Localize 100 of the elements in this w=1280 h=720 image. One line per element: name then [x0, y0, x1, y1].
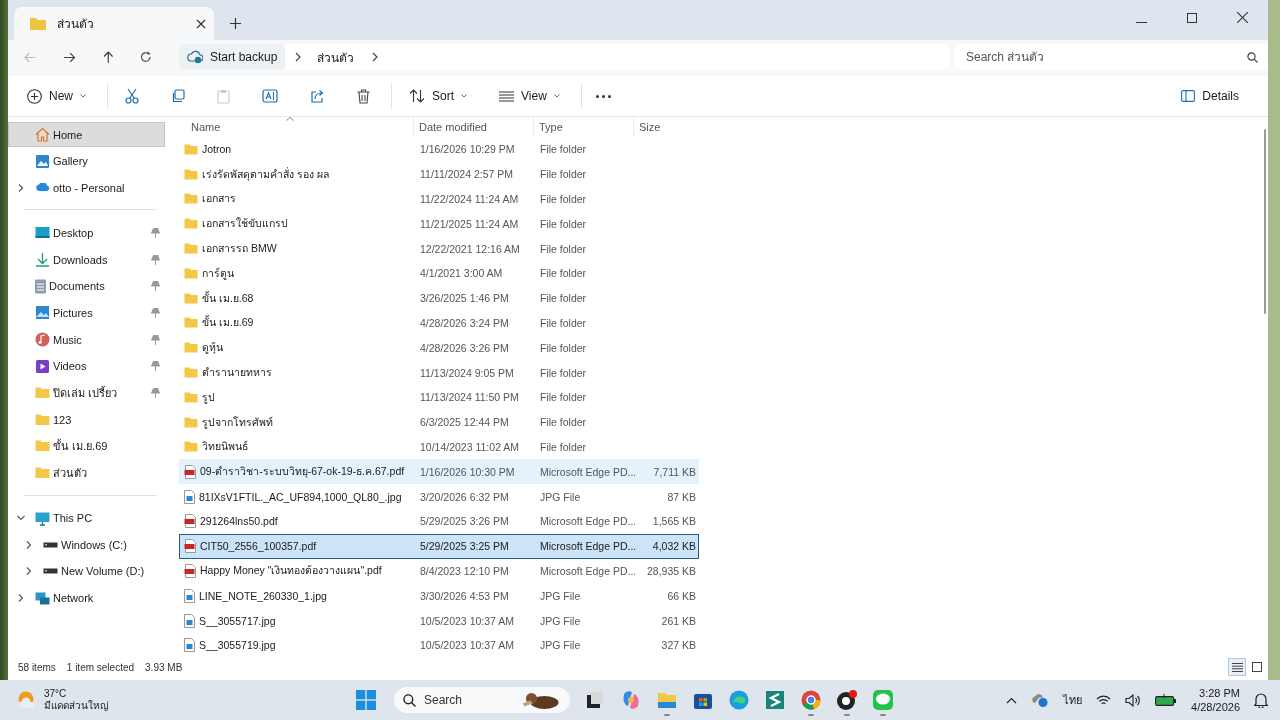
search-icon[interactable] — [1247, 51, 1258, 63]
expand-icon[interactable] — [17, 594, 25, 603]
sidebar-item[interactable]: Documents — [8, 273, 165, 299]
size-cell: 327 KB — [661, 639, 696, 652]
file-row[interactable]: 09-ตำราวิชา-ระบบวิทยุ-67-ok-19-ธ.ค.67.pdf 1/16/2026 10:30 PM Microsoft Edge PD... 7,711 KB — [179, 459, 699, 485]
chevron-icon[interactable] — [295, 52, 302, 62]
column-header[interactable]: Type — [534, 117, 634, 137]
file-name: เอกสารใช้ขับแกรป — [202, 216, 288, 232]
sidebar-item[interactable]: New Volume (D:) — [8, 558, 165, 584]
file-row[interactable]: เอกสารใช้ขับแกรป 11/21/2025 11:24 AM File folder — [179, 211, 699, 237]
sidebar-item[interactable]: 123 — [8, 407, 165, 433]
column-header[interactable]: Size — [634, 117, 699, 137]
sidebar-item[interactable]: Videos — [8, 353, 165, 379]
new-button[interactable]: New — [16, 80, 97, 112]
sidebar-item[interactable]: ปิดเล่ม เปรี้ยว — [8, 380, 165, 406]
temperature[interactable]: 37°C — [44, 688, 109, 700]
pin-icon[interactable] — [151, 227, 160, 238]
taskbar-search-input[interactable]: Search — [424, 693, 514, 707]
pin-icon[interactable] — [151, 281, 160, 292]
expand-icon[interactable] — [17, 183, 25, 192]
collapse-icon[interactable] — [17, 514, 25, 523]
date-cell: 11/22/2024 11:24 AM — [420, 193, 519, 205]
cloud-info-icon[interactable] — [1031, 692, 1050, 708]
pin-icon[interactable] — [151, 334, 160, 345]
column-header[interactable]: Date modified — [414, 117, 534, 137]
file-row[interactable]: ขั้น เม.ย.69 4/28/2026 3:24 PM File folder — [179, 310, 699, 336]
maximize-icon[interactable] — [1187, 13, 1197, 23]
sidebar-item[interactable]: otto - Personal — [8, 175, 165, 201]
file-row[interactable]: 81IXsV1FTIL._AC_UF894,1000_QL80_.jpg 3/20/2026 6:32 PM JPG File 87 KB — [179, 484, 699, 509]
pin-icon[interactable] — [151, 307, 160, 318]
details-button[interactable]: Details — [1170, 80, 1250, 112]
expand-icon[interactable] — [25, 567, 33, 576]
file-row[interactable]: รูป 11/13/2024 11:50 PM File folder — [179, 384, 699, 410]
sidebar-item[interactable]: ขั้น เม.ย.69 — [8, 433, 165, 459]
file-row[interactable]: LINE_NOTE_260330_1.jpg 3/30/2026 4:53 PM JPG File 66 KB — [179, 583, 699, 609]
sidebar-item[interactable]: Network — [8, 585, 165, 611]
file-row[interactable]: รูปจากโทรศัพท์ 6/3/2025 12:44 PM File folder — [179, 409, 699, 435]
sidebar-item[interactable]: Gallery — [8, 148, 165, 174]
up-icon[interactable] — [102, 50, 114, 64]
file-row[interactable]: เอกสาร 11/22/2024 11:24 AM File folder — [179, 186, 699, 212]
sidebar-item[interactable]: This PC — [8, 505, 165, 531]
sidebar-item[interactable]: Downloads — [8, 247, 165, 273]
details-view-button[interactable] — [1228, 658, 1246, 676]
taskbar-search-field[interactable]: Search — [394, 687, 570, 713]
type-cell: Microsoft Edge PD... — [540, 564, 635, 577]
panel-icon — [1181, 90, 1196, 102]
file-row[interactable]: Happy Money "เงินทองต้องวางแผน".pdf 8/4/2023 12:10 PM Microsoft Edge PD... 28,935 KB — [179, 558, 699, 584]
file-row[interactable]: เร่งรัดพัสดุตามคำสั่ง รอง ผล 11/11/2024 2:57 PM File folder — [179, 161, 699, 187]
notification-bell-icon[interactable] — [1254, 692, 1268, 708]
weather-condition[interactable]: มีแดดส่วนใหญ่ — [44, 700, 109, 712]
wifi-icon[interactable] — [1096, 694, 1112, 706]
type-cell: File folder — [540, 316, 587, 329]
address-bar[interactable]: Start backup ส่วนตัว — [179, 44, 949, 70]
date-cell: 10/5/2023 10:37 AM — [420, 614, 514, 627]
pin-icon[interactable] — [151, 361, 160, 372]
sort-button[interactable]: Sort — [398, 80, 479, 112]
file-row[interactable]: Jotron 1/16/2026 10:29 PM File folder — [179, 137, 699, 162]
file-row[interactable]: วิทยนิพนธ์ 10/14/2023 11:02 AM File folder — [179, 434, 699, 460]
breadcrumb[interactable]: ส่วนตัว — [309, 47, 363, 67]
file-row[interactable]: S__3055717.jpg 10/5/2023 10:37 AM JPG File 261 KB — [179, 608, 699, 633]
start-icon[interactable] — [356, 690, 376, 710]
view-button[interactable]: View — [488, 80, 571, 112]
sidebar-item[interactable]: Pictures — [8, 300, 165, 326]
file-row[interactable]: ดูหุ้น 4/28/2026 3:26 PM File folder — [179, 335, 699, 361]
file-row[interactable]: 291264lns50.pdf 5/29/2025 3:26 PM Microsoft Edge PD... 1,565 KB — [179, 508, 699, 534]
file-row[interactable]: ขั้น เม.ย.68 3/26/2025 1:46 PM File folder — [179, 285, 699, 311]
tab[interactable]: ส่วนตัว — [14, 7, 214, 40]
search-field[interactable]: Search ส่วนตัว — [955, 44, 1268, 70]
show-hidden-icons-icon[interactable] — [1006, 696, 1018, 704]
search-input[interactable]: Search ส่วนตัว — [966, 50, 1247, 64]
expand-icon[interactable] — [25, 540, 33, 549]
close-tab-icon[interactable] — [196, 18, 206, 29]
sidebar-item[interactable]: Desktop — [8, 220, 165, 246]
pin-icon[interactable] — [151, 388, 160, 398]
forward-icon[interactable] — [63, 51, 76, 63]
sidebar-item[interactable]: Windows (C:) — [8, 532, 165, 558]
column-header[interactable]: Name — [179, 117, 414, 137]
file-row[interactable]: เอกสารรถ BMW 12/22/2021 12:16 AM File folder — [179, 236, 699, 261]
refresh-icon[interactable] — [140, 51, 152, 63]
new-tab-icon[interactable] — [230, 18, 241, 29]
sidebar-item[interactable]: ส่วนตัว — [8, 460, 165, 486]
size-cell: 1,565 KB — [652, 515, 696, 528]
pin-icon[interactable] — [151, 254, 160, 265]
input-language[interactable]: ไทย — [1063, 691, 1083, 709]
volume-icon[interactable] — [1125, 693, 1142, 707]
size-cell: 28,935 KB — [646, 564, 696, 577]
chevron-icon[interactable] — [372, 52, 379, 62]
clock[interactable]: 3:28 PM 4/28/2026 — [1191, 686, 1240, 714]
sidebar-item[interactable]: Music — [8, 327, 165, 353]
file-row[interactable]: ตำรานายทหาร 11/13/2024 9:05 PM File folder — [179, 360, 699, 385]
folder-icon — [184, 193, 198, 205]
breadcrumb[interactable]: Start backup — [179, 44, 286, 70]
file-row[interactable]: S__3055719.jpg 10/5/2023 10:37 AM JPG File 327 KB — [179, 632, 699, 658]
battery-charging-icon[interactable] — [1155, 694, 1178, 706]
file-row[interactable]: CIT50_2556_100357.pdf 5/29/2025 3:25 PM Microsoft Edge PD... 4,032 KB — [179, 533, 699, 559]
file-row[interactable]: การ์ตูน 4/1/2021 3:00 AM File folder — [179, 261, 699, 286]
folder-icon — [184, 267, 198, 279]
video-icon — [35, 358, 50, 374]
sidebar-item[interactable]: Home — [8, 122, 165, 147]
close-icon[interactable] — [1237, 12, 1248, 23]
